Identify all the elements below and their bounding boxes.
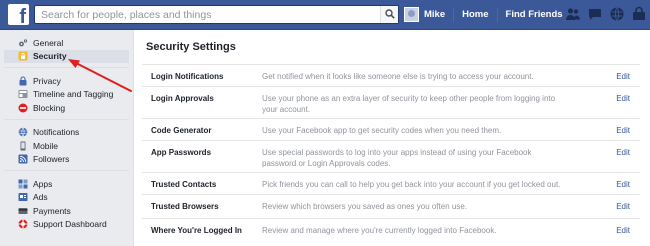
sidebar-group: Privacy Timeline and Tagging Blocking [4,68,129,120]
page-title: Security Settings [146,41,236,53]
mobile-icon [18,141,28,151]
row-label: Login Notifications [151,72,224,81]
facebook-logo[interactable]: f [8,4,29,28]
edit-link[interactable]: Edit [616,226,630,235]
notifications-globe-icon[interactable] [609,6,625,22]
ads-icon [18,192,28,202]
row-description: Use your Facebook app to get security co… [262,126,502,135]
sidebar-item-security[interactable]: Security [4,49,129,63]
sidebar-item-general[interactable]: General [4,36,129,50]
apps-icon [18,179,28,189]
sidebar-item-label: Blocking [33,102,66,113]
settings-row-where-youre-logged-in[interactable]: Where You're Logged In Review and manage… [142,219,640,241]
profile-link[interactable]: Mike [424,9,445,20]
edit-link[interactable]: Edit [616,94,630,103]
top-navigation-bar: f Mike Home Find Friends [0,0,650,30]
edit-link[interactable]: Edit [616,180,630,189]
sidebar-item-label: Mobile [33,140,59,151]
sidebar-item-label: Payments [33,205,71,216]
settings-row-login-approvals[interactable]: Login Approvals Use your phone as an ext… [142,87,640,119]
search-icon [385,9,395,19]
gear-icon [18,38,28,48]
avatar[interactable] [404,7,419,22]
sidebar-item-label: Timeline and Tagging [33,89,114,100]
sidebar-item-label: Followers [33,154,70,165]
globe-icon [18,127,28,137]
sidebar-item-label: General [33,37,64,48]
row-label: Trusted Browsers [151,202,219,211]
home-link[interactable]: Home [462,9,488,20]
settings-row-trusted-browsers[interactable]: Trusted Browsers Review which browsers y… [142,195,640,219]
settings-row-login-notifications[interactable]: Login Notifications Get notified when it… [142,65,640,87]
row-label: App Passwords [151,148,212,157]
friend-requests-icon[interactable] [565,6,581,22]
edit-link[interactable]: Edit [616,72,630,81]
sidebar-item-label: Ads [33,192,48,203]
row-description: Review and manage where you're currently… [262,226,497,235]
support-icon [18,219,28,229]
nav-icons [565,6,647,22]
sidebar-item-label: Notifications [33,127,80,138]
row-description: Use your phone as an extra layer of secu… [262,94,556,114]
sidebar-item-label: Support Dashboard [33,219,107,230]
settings-row-trusted-contacts[interactable]: Trusted Contacts Pick friends you can ca… [142,173,640,195]
sidebar-item-ads[interactable]: Ads [4,191,129,205]
sidebar-group: General Security [4,30,129,68]
search-box [34,5,399,24]
edit-link[interactable]: Edit [616,126,630,135]
nav-divider [496,7,498,22]
sidebar-item-payments[interactable]: Payments [4,204,129,218]
search-button[interactable] [380,6,398,23]
row-description: Get notified when it looks like someone … [262,72,534,81]
privacy-shortcuts-icon[interactable] [631,6,647,22]
edit-link[interactable]: Edit [616,202,630,211]
settings-row-code-generator[interactable]: Code Generator Use your Facebook app to … [142,119,640,141]
sidebar-item-label: Security [33,51,67,62]
row-label: Trusted Contacts [151,180,217,189]
row-description: Pick friends you can call to help you ge… [262,180,561,189]
find-friends-link[interactable]: Find Friends [506,9,563,20]
sidebar-item-blocking[interactable]: Blocking [4,101,129,115]
sidebar-item-apps[interactable]: Apps [4,177,129,191]
sidebar-item-mobile[interactable]: Mobile [4,139,129,153]
payments-icon [18,206,28,216]
edit-link[interactable]: Edit [616,148,630,157]
sidebar-item-notifications[interactable]: Notifications [4,126,129,140]
sidebar-item-timeline-and-tagging[interactable]: Timeline and Tagging [4,88,129,102]
lock-icon [18,51,28,61]
settings-row-app-passwords[interactable]: App Passwords Use special passwords to l… [142,141,640,173]
row-description: Review which browsers you saved as ones … [262,202,467,211]
nav-links: Mike Home Find Friends [404,6,563,23]
row-label: Where You're Logged In [151,226,242,235]
logo-letter: f [19,6,26,28]
privacy-lock-icon [18,76,28,86]
sidebar-item-privacy[interactable]: Privacy [4,74,129,88]
row-description: Use special passwords to log into your a… [262,148,532,168]
search-input[interactable] [35,6,380,23]
security-settings-panel: Security Settings Login Notifications Ge… [133,30,650,246]
sidebar-item-support-dashboard[interactable]: Support Dashboard [4,218,129,232]
sidebar-group: Notifications Mobile Followers [4,120,129,171]
nav-divider [453,7,455,22]
row-label: Login Approvals [151,94,214,103]
sidebar-item-label: Privacy [33,75,61,86]
messages-icon[interactable] [587,6,603,22]
sidebar-item-followers[interactable]: Followers [4,153,129,167]
block-icon [18,103,28,113]
sidebar-item-label: Apps [33,178,53,189]
row-label: Code Generator [151,126,212,135]
timeline-icon [18,89,28,99]
settings-list: Login Notifications Get notified when it… [142,65,640,241]
rss-icon [18,154,28,164]
sidebar-group: Apps Ads Payments Support Dashboard [4,171,129,235]
settings-sidebar: General Security Privacy Timeline and Ta… [0,30,133,246]
